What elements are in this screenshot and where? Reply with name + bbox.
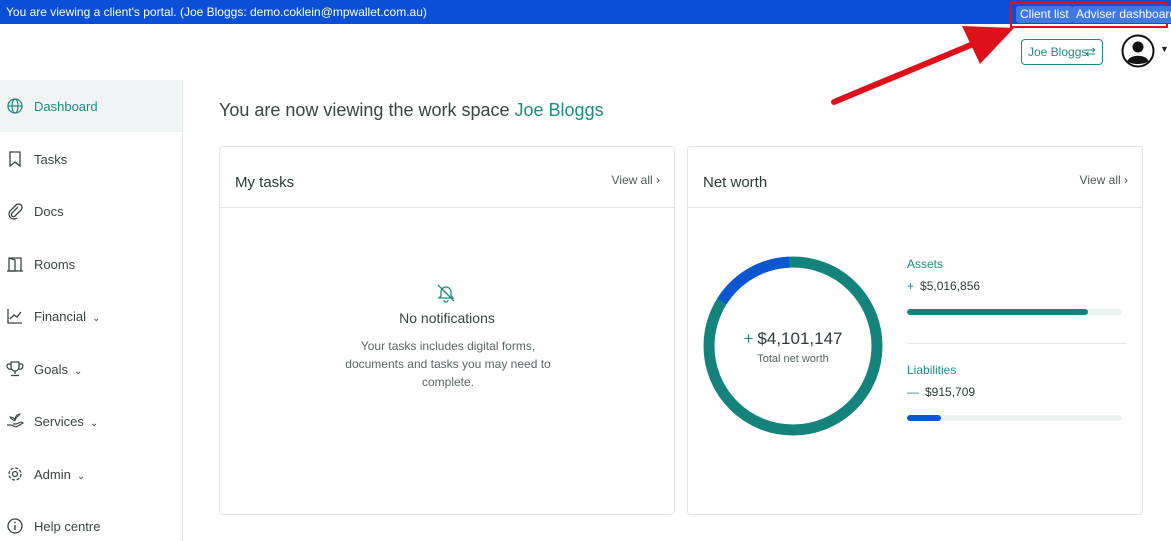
plus-icon: + xyxy=(907,279,915,293)
bookmark-icon xyxy=(9,151,21,168)
total-net-worth-amount: $4,101,147 xyxy=(757,329,843,348)
page-title: You are now viewing the work space Joe B… xyxy=(219,100,604,121)
total-net-worth-value: + $4,101,147 xyxy=(702,329,884,349)
sidebar-item-help-centre[interactable]: Help centre xyxy=(0,500,182,541)
sidebar-item-financial[interactable]: Financial ⌄ xyxy=(0,290,182,342)
summary-divider xyxy=(907,343,1127,344)
assets-progress-fill xyxy=(907,309,1088,315)
swap-icon: ⇄ xyxy=(1085,44,1096,59)
switch-user-button[interactable]: Joe Bloggs ⇄ xyxy=(1021,39,1103,65)
chevron-down-icon: ⌄ xyxy=(89,417,99,429)
net-worth-header: Net worth View all › xyxy=(688,147,1142,208)
sidebar-item-label: Services xyxy=(34,413,84,429)
assets-amount: $5,016,856 xyxy=(920,279,981,293)
chevron-down-icon: ⌄ xyxy=(73,365,83,377)
sidebar-item-dashboard[interactable]: Dashboard xyxy=(0,80,182,132)
sidebar-item-goals[interactable]: Goals ⌄ xyxy=(0,343,182,395)
net-worth-view-all-link[interactable]: View all › xyxy=(1080,173,1128,187)
trophy-icon xyxy=(6,361,24,377)
hand-icon xyxy=(7,413,24,428)
door-icon xyxy=(7,257,23,272)
net-worth-card: Net worth View all › + $4,101,147 Total n… xyxy=(687,146,1143,515)
my-tasks-card: My tasks View all › No notifications You… xyxy=(219,146,675,515)
total-net-worth-label: Total net worth xyxy=(757,353,829,365)
sidebar-item-rooms[interactable]: Rooms xyxy=(0,238,182,290)
bell-off-icon xyxy=(437,284,455,303)
gear-icon xyxy=(8,467,22,481)
sidebar-item-admin[interactable]: Admin ⌄ xyxy=(0,448,182,500)
sidebar-item-label: Rooms xyxy=(34,256,76,272)
banner-actions-highlight: Client list Adviser dashboard xyxy=(1010,2,1171,28)
liabilities-value: — $915,709 xyxy=(907,385,975,399)
net-worth-title: Net worth xyxy=(703,174,768,191)
globe-icon xyxy=(7,98,23,114)
assets-value: + $5,016,856 xyxy=(907,279,980,293)
sidebar-item-label: Dashboard xyxy=(34,98,98,114)
workspace-name: Joe Bloggs xyxy=(514,100,604,120)
paperclip-icon xyxy=(8,203,23,220)
sidebar-nav: Dashboard Tasks Docs Rooms Financial ⌄ Go… xyxy=(0,80,183,541)
assets-label[interactable]: Assets xyxy=(907,257,943,271)
client-list-button[interactable]: Client list xyxy=(1016,6,1073,23)
sidebar-item-label: Financial xyxy=(34,308,87,324)
sidebar-item-docs[interactable]: Docs xyxy=(0,185,182,237)
liabilities-label[interactable]: Liabilities xyxy=(907,363,956,377)
sidebar-item-label: Docs xyxy=(34,203,64,219)
sidebar-item-label: Goals xyxy=(34,361,68,377)
adviser-dashboard-button[interactable]: Adviser dashboard xyxy=(1072,6,1171,23)
switch-user-label: Joe Bloggs xyxy=(1028,45,1088,59)
sidebar-item-label: Help centre xyxy=(34,518,101,534)
minus-icon: — xyxy=(907,385,919,399)
plus-icon: + xyxy=(743,329,754,348)
banner-text: You are viewing a client's portal. (Joe … xyxy=(6,5,427,19)
empty-state-description: Your tasks includes digital forms, docum… xyxy=(345,339,551,389)
my-tasks-title: My tasks xyxy=(235,174,295,191)
liabilities-amount: $915,709 xyxy=(925,385,976,399)
annotation-arrow-icon xyxy=(831,26,1014,105)
chevron-down-icon: ⌄ xyxy=(76,470,86,482)
sidebar-item-label: Tasks xyxy=(34,151,68,167)
liabilities-progress-bar xyxy=(907,415,1122,421)
page-title-prefix: You are now viewing the work space xyxy=(219,100,515,120)
empty-state-title: No notifications xyxy=(399,310,495,326)
sidebar-item-services[interactable]: Services ⌄ xyxy=(0,395,182,447)
chevron-down-icon: ⌄ xyxy=(92,312,101,324)
chart-icon xyxy=(7,309,22,324)
sidebar-item-tasks[interactable]: Tasks xyxy=(0,133,182,185)
my-tasks-header: My tasks View all › xyxy=(220,147,674,208)
info-icon xyxy=(7,518,23,534)
avatar-dropdown-icon[interactable]: ▼ xyxy=(1160,44,1169,54)
tasks-view-all-link[interactable]: View all › xyxy=(612,173,660,187)
sidebar-item-label: Admin xyxy=(34,466,71,482)
assets-progress-bar xyxy=(907,309,1122,315)
liabilities-progress-fill xyxy=(907,415,942,421)
avatar-icon[interactable] xyxy=(1121,34,1155,68)
